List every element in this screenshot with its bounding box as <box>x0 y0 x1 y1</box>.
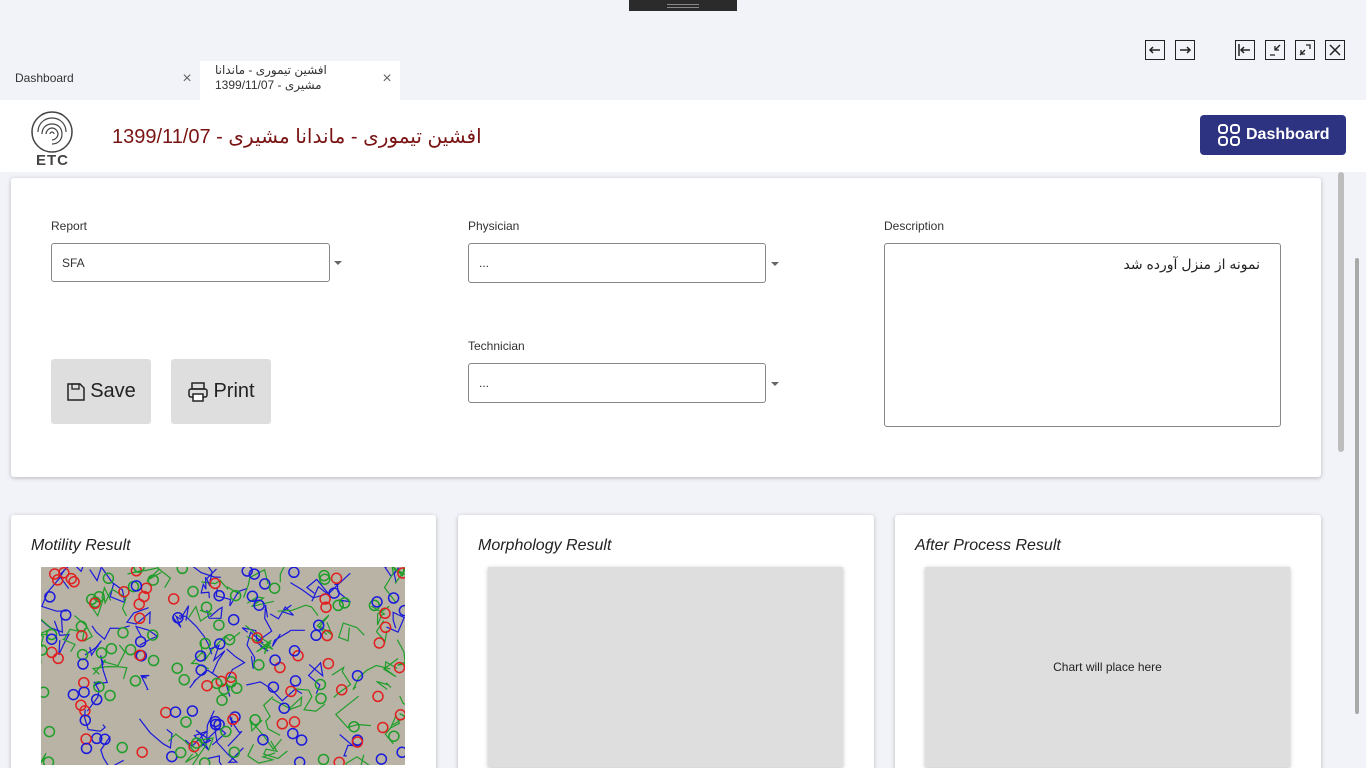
report-form-card: Report SFA Physician ... Technician ... … <box>11 178 1321 477</box>
report-label: Report <box>51 219 88 233</box>
page-header: ETC 1399/11/07 - افشین تیموری - ماندانا … <box>0 100 1366 172</box>
tab-dashboard[interactable]: Dashboard × <box>0 61 200 100</box>
tab-close-icon[interactable]: × <box>180 71 194 87</box>
tab-patient[interactable]: افشین تیموری - ماندانا مشیری - 1399/11/0… <box>200 61 400 100</box>
grid-icon <box>1218 124 1240 146</box>
back-icon[interactable] <box>1145 40 1165 60</box>
report-select[interactable]: SFA <box>51 243 330 282</box>
tab-label: Dashboard <box>15 71 74 85</box>
motility-result-card: Motility Result <box>11 515 436 768</box>
morphology-result-card: Morphology Result <box>458 515 874 768</box>
maximize-icon[interactable] <box>1295 40 1315 60</box>
chevron-down-icon[interactable] <box>334 261 342 265</box>
tab-label: افشین تیموری - ماندانا مشیری - 1399/11/0… <box>215 63 327 92</box>
forward-icon[interactable] <box>1175 40 1195 60</box>
morphology-title: Morphology Result <box>478 537 612 554</box>
print-button[interactable]: Print <box>171 359 271 424</box>
restore-icon[interactable] <box>1265 40 1285 60</box>
tab-close-icon[interactable]: × <box>380 71 394 87</box>
save-label: Save <box>90 380 136 402</box>
print-label: Print <box>213 380 255 402</box>
dashboard-button-label: Dashboard <box>1246 126 1330 143</box>
window-drag-handle[interactable] <box>629 0 737 11</box>
technician-value: ... <box>479 376 490 390</box>
dashboard-button[interactable]: Dashboard <box>1200 115 1346 155</box>
morphology-placeholder <box>488 567 843 767</box>
chart-placeholder-text: Chart will place here <box>1053 660 1162 674</box>
chevron-down-icon[interactable] <box>771 382 779 386</box>
motility-title: Motility Result <box>31 537 131 554</box>
chart-placeholder: Chart will place here <box>925 567 1290 767</box>
chevron-down-icon[interactable] <box>771 262 779 266</box>
report-value: SFA <box>62 255 85 270</box>
physician-label: Physician <box>468 219 520 233</box>
physician-select[interactable]: ... <box>468 243 766 283</box>
after-process-result-card: After Process Result Chart will place he… <box>895 515 1321 768</box>
close-icon[interactable] <box>1325 40 1345 60</box>
scrollbar-thumb[interactable] <box>1355 258 1359 714</box>
inner-scrollbar[interactable] <box>1338 172 1344 452</box>
motility-image <box>41 567 405 765</box>
physician-value: ... <box>479 256 490 270</box>
description-value: نمونه از منزل آورده شد <box>1123 256 1260 272</box>
page-scrollbar[interactable] <box>1352 172 1360 768</box>
technician-select[interactable]: ... <box>468 363 766 403</box>
printer-icon <box>188 381 209 402</box>
save-button[interactable]: Save <box>51 359 151 424</box>
technician-label: Technician <box>468 339 525 353</box>
page-title: 1399/11/07 - افشین تیموری - ماندانا مشیر… <box>112 126 482 148</box>
description-label: Description <box>884 219 945 233</box>
after-process-title: After Process Result <box>915 537 1061 554</box>
dock-icon[interactable] <box>1235 40 1255 60</box>
save-icon <box>67 382 85 401</box>
logo-text: ETC <box>36 152 69 169</box>
description-textarea[interactable]: نمونه از منزل آورده شد <box>884 243 1281 427</box>
